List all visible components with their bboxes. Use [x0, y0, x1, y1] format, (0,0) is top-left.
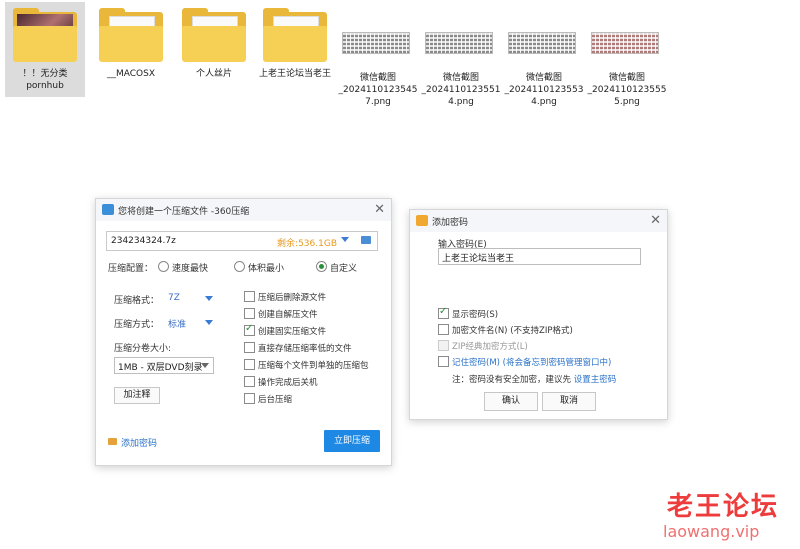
radio-custom[interactable]: [316, 261, 327, 272]
config-label: 压缩配置：: [108, 264, 154, 274]
zip-classic-label: ZIP经典加密方式(L): [452, 342, 528, 352]
checkbox-store-low-ratio[interactable]: [244, 342, 255, 353]
option-label[interactable]: 压缩每个文件到单独的压缩包: [258, 359, 369, 371]
watermark-url: laowang.vip: [663, 522, 760, 541]
disk-space-left: 剩余:536.1GB: [277, 239, 337, 249]
radio-smallest[interactable]: [234, 261, 245, 272]
image-thumbnail: [425, 32, 493, 54]
checkbox-show-password[interactable]: [438, 306, 449, 319]
password-value[interactable]: 上老王论坛当老王: [442, 251, 514, 264]
volume-size-label: 压缩分卷大小:: [114, 344, 172, 354]
password-input[interactable]: 上老王论坛当老王: [438, 248, 641, 265]
file-folder-macosx[interactable]: __MACOSX: [91, 2, 171, 97]
lock-icon: [416, 215, 428, 226]
compress-now-button[interactable]: 立即压缩: [324, 430, 380, 452]
file-folder-pornhub[interactable]: ！！无分类 pornhub: [5, 2, 85, 97]
folder-icon: [99, 8, 163, 62]
radio-smallest-label[interactable]: 体积最小: [248, 261, 284, 274]
show-password-label[interactable]: 显示密码(S): [452, 308, 498, 320]
folder-icon: [263, 8, 327, 62]
option-label[interactable]: 操作完成后关机: [258, 376, 318, 388]
volume-size-value: 1MB - 双层DVD刻录: [118, 363, 203, 373]
file-name: 微信截图 _2024110123555 5.png: [587, 73, 667, 107]
security-note: 注：密码没有安全加密，建议先 设置主密码: [452, 373, 616, 385]
encrypt-names-label[interactable]: 加密文件名(N) (不支持ZIP格式): [452, 324, 573, 336]
radio-custom-label[interactable]: 自定义: [330, 261, 357, 274]
checkbox-solid-archive[interactable]: [244, 323, 255, 336]
option-label[interactable]: 直接存储压缩率低的文件: [258, 342, 352, 354]
close-icon[interactable]: ✕: [650, 213, 661, 228]
file-image-3[interactable]: 微信截图 _2024110123553 4.png: [504, 2, 584, 107]
watermark-logo: 老王论坛: [667, 492, 780, 522]
method-label: 压缩方式：: [114, 320, 160, 330]
archive-name[interactable]: 234234324.7z: [111, 236, 176, 246]
close-icon[interactable]: ✕: [374, 202, 385, 217]
dialog-titlebar: 添加密码 ✕: [410, 210, 667, 232]
folder-icon: [13, 8, 77, 62]
chevron-down-icon[interactable]: [341, 237, 349, 242]
chevron-down-icon[interactable]: [205, 296, 213, 301]
file-name: 个人丝片: [195, 69, 232, 79]
file-image-2[interactable]: 微信截图 _2024110123551 4.png: [421, 2, 501, 107]
browse-folder-icon[interactable]: [361, 236, 371, 244]
set-master-password-link[interactable]: 设置主密码: [574, 375, 617, 385]
checkbox-remember-password[interactable]: [438, 356, 449, 367]
chevron-down-icon[interactable]: [201, 363, 209, 368]
radio-fastest[interactable]: [158, 261, 169, 272]
file-image-1[interactable]: 微信截图 _2024110123545 7.png: [338, 2, 418, 107]
file-folder-laowang[interactable]: 上老王论坛当老王: [255, 2, 335, 97]
image-thumbnail: [591, 32, 659, 54]
file-image-4[interactable]: 微信截图 _2024110123555 5.png: [587, 2, 667, 107]
checkbox-background[interactable]: [244, 393, 255, 404]
security-note-text: 注：密码没有安全加密，建议先: [452, 375, 572, 385]
chevron-down-icon[interactable]: [205, 320, 213, 325]
add-comment-button[interactable]: 加注释: [114, 387, 160, 404]
checkbox-shutdown[interactable]: [244, 376, 255, 387]
image-thumbnail: [342, 32, 410, 54]
file-name: 上老王论坛当老王: [258, 69, 331, 79]
checkbox-zip-classic: [438, 340, 449, 351]
format-select[interactable]: 7Z: [168, 293, 180, 303]
option-label[interactable]: 压缩后删除源文件: [258, 291, 326, 303]
lock-icon: [108, 438, 117, 445]
compress-dialog: 您将创建一个压缩文件 -360压缩 ✕ 234234324.7z 剩余:536.…: [95, 198, 392, 466]
file-name: __MACOSX: [106, 69, 155, 79]
cancel-button[interactable]: 取消: [542, 392, 596, 411]
file-folder-personal[interactable]: 个人丝片: [174, 2, 254, 97]
format-label: 压缩格式：: [114, 296, 160, 306]
dialog-titlebar: 您将创建一个压缩文件 -360压缩 ✕: [96, 199, 391, 221]
archive-app-icon: [102, 204, 114, 215]
file-name: ！！无分类 pornhub: [22, 69, 68, 91]
file-name: 微信截图 _2024110123551 4.png: [421, 73, 501, 107]
checkbox-encrypt-names[interactable]: [438, 324, 449, 335]
option-label[interactable]: 后台压缩: [258, 393, 292, 405]
password-dialog: 添加密码 ✕ 输入密码(E) 上老王论坛当老王 显示密码(S) 加密文件名(N)…: [409, 209, 668, 420]
volume-size-select[interactable]: 1MB - 双层DVD刻录: [114, 357, 214, 374]
folder-icon: [182, 8, 246, 62]
archive-path-field[interactable]: 234234324.7z 剩余:536.1GB: [106, 231, 378, 251]
option-label[interactable]: 创建固实压缩文件: [258, 325, 326, 337]
remember-password-label[interactable]: 记住密码(M) (将会备忘到密码管理窗口中): [452, 356, 611, 368]
option-label[interactable]: 创建自解压文件: [258, 308, 318, 320]
dialog-title: 您将创建一个压缩文件 -360压缩: [118, 207, 250, 217]
ok-button[interactable]: 确认: [484, 392, 538, 411]
radio-fastest-label[interactable]: 速度最快: [172, 261, 208, 274]
file-name: 微信截图 _2024110123553 4.png: [504, 73, 584, 107]
method-select[interactable]: 标准: [168, 317, 186, 330]
add-password-link[interactable]: 添加密码: [121, 436, 157, 449]
dialog-title: 添加密码: [432, 218, 469, 228]
checkbox-delete-source[interactable]: [244, 291, 255, 302]
image-thumbnail: [508, 32, 576, 54]
checkbox-self-extract[interactable]: [244, 308, 255, 319]
checkbox-separate-archives[interactable]: [244, 359, 255, 370]
file-name: 微信截图 _2024110123545 7.png: [338, 73, 418, 107]
